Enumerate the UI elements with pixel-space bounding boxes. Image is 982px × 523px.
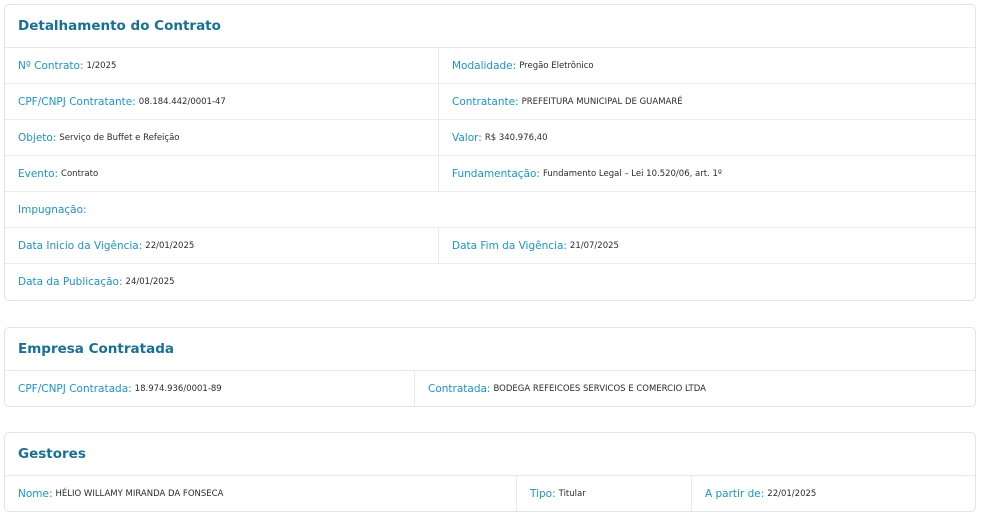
contractor-cnpj-value: 08.184.442/0001-47 xyxy=(138,96,226,107)
event-label: Evento: xyxy=(18,167,59,180)
object-field: Objeto: Serviço de Buffet e Refeição xyxy=(5,120,438,155)
legal-basis-field: Fundamentação: Fundamento Legal – Lei 10… xyxy=(438,156,975,191)
manager-row: Nome: HÉLIO WILLAMY MIRANDA DA FONSECA T… xyxy=(5,476,975,511)
contractor-field: Contratante: PREFEITURA MUNICIPAL DE GUA… xyxy=(438,84,975,119)
start-date-label: Data Inicio da Vigência: xyxy=(18,239,143,252)
contract-details-title: Detalhamento do Contrato xyxy=(5,5,975,48)
contracted-cnpj-field: CPF/CNPJ Contratada: 18.974.936/0001-89 xyxy=(5,371,414,406)
contract-row-5: Impugnação: xyxy=(5,192,975,228)
contracted-cnpj-value: 18.974.936/0001-89 xyxy=(134,384,222,394)
event-field: Evento: Contrato xyxy=(5,156,438,191)
event-value: Contrato xyxy=(61,168,99,179)
manager-type-field: Tipo: Titular xyxy=(516,476,691,511)
manager-type-value: Titular xyxy=(558,489,586,499)
contracted-name-field: Contratada: BODEGA REFEICOES SERVICOS E … xyxy=(414,371,975,406)
contracted-company-card: Empresa Contratada CPF/CNPJ Contratada: … xyxy=(4,327,976,407)
manager-name-value: HÉLIO WILLAMY MIRANDA DA FONSECA xyxy=(55,489,224,499)
managers-title: Gestores xyxy=(5,433,975,476)
company-row: CPF/CNPJ Contratada: 18.974.936/0001-89 … xyxy=(5,371,975,406)
manager-name-label: Nome: xyxy=(18,488,53,500)
modality-label: Modalidade: xyxy=(452,59,517,72)
legal-basis-label: Fundamentação: xyxy=(452,167,540,180)
contract-row-4: Evento: Contrato Fundamentação: Fundamen… xyxy=(5,156,975,192)
value-field: Valor: R$ 340.976,40 xyxy=(438,120,975,155)
contract-row-6: Data Inicio da Vigência: 22/01/2025 Data… xyxy=(5,228,975,264)
contracted-cnpj-label: CPF/CNPJ Contratada: xyxy=(18,383,132,395)
manager-name-field: Nome: HÉLIO WILLAMY MIRANDA DA FONSECA xyxy=(5,476,516,511)
contract-number-field: Nº Contrato: 1/2025 xyxy=(5,48,438,83)
modality-value: Pregão Eletrônico xyxy=(519,60,594,71)
end-date-field: Data Fim da Vigência: 21/07/2025 xyxy=(438,228,975,263)
contracted-company-title: Empresa Contratada xyxy=(5,328,975,371)
modality-field: Modalidade: Pregão Eletrônico xyxy=(438,48,975,83)
challenge-field: Impugnação: xyxy=(5,192,975,227)
contract-row-2: CPF/CNPJ Contratante: 08.184.442/0001-47… xyxy=(5,84,975,120)
contract-row-3: Objeto: Serviço de Buffet e Refeição Val… xyxy=(5,120,975,156)
end-date-label: Data Fim da Vigência: xyxy=(452,239,567,252)
publication-date-label: Data da Publicação: xyxy=(18,276,123,288)
publication-date-field: Data da Publicação: 24/01/2025 xyxy=(5,264,975,300)
legal-basis-value: Fundamento Legal – Lei 10.520/06, art. 1… xyxy=(542,168,722,179)
object-value: Serviço de Buffet e Refeição xyxy=(59,132,180,143)
publication-date-value: 24/01/2025 xyxy=(125,277,175,287)
contract-row-1: Nº Contrato: 1/2025 Modalidade: Pregão E… xyxy=(5,48,975,84)
end-date-value: 21/07/2025 xyxy=(569,240,619,251)
contract-details-card: Detalhamento do Contrato Nº Contrato: 1/… xyxy=(4,4,976,301)
contracted-name-label: Contratada: xyxy=(428,383,491,395)
manager-since-field: A partir de: 22/01/2025 xyxy=(691,476,975,511)
contractor-cnpj-field: CPF/CNPJ Contratante: 08.184.442/0001-47 xyxy=(5,84,438,119)
start-date-value: 22/01/2025 xyxy=(145,240,195,251)
manager-since-label: A partir de: xyxy=(705,488,765,500)
challenge-label: Impugnação: xyxy=(18,203,87,216)
contracted-name-value: BODEGA REFEICOES SERVICOS E COMERCIO LTD… xyxy=(493,384,706,394)
value-label: Valor: xyxy=(452,131,482,144)
value-value: R$ 340.976,40 xyxy=(484,132,548,143)
contract-number-label: Nº Contrato: xyxy=(18,59,84,72)
object-label: Objeto: xyxy=(18,131,57,144)
contractor-cnpj-label: CPF/CNPJ Contratante: xyxy=(18,95,136,108)
contract-row-7: Data da Publicação: 24/01/2025 xyxy=(5,264,975,300)
contractor-label: Contratante: xyxy=(452,95,519,108)
start-date-field: Data Inicio da Vigência: 22/01/2025 xyxy=(5,228,438,263)
manager-type-label: Tipo: xyxy=(530,488,556,500)
contractor-value: PREFEITURA MUNICIPAL DE GUAMARÉ xyxy=(521,96,683,107)
contract-number-value: 1/2025 xyxy=(86,60,117,71)
manager-since-value: 22/01/2025 xyxy=(767,489,817,499)
managers-card: Gestores Nome: HÉLIO WILLAMY MIRANDA DA … xyxy=(4,432,976,512)
